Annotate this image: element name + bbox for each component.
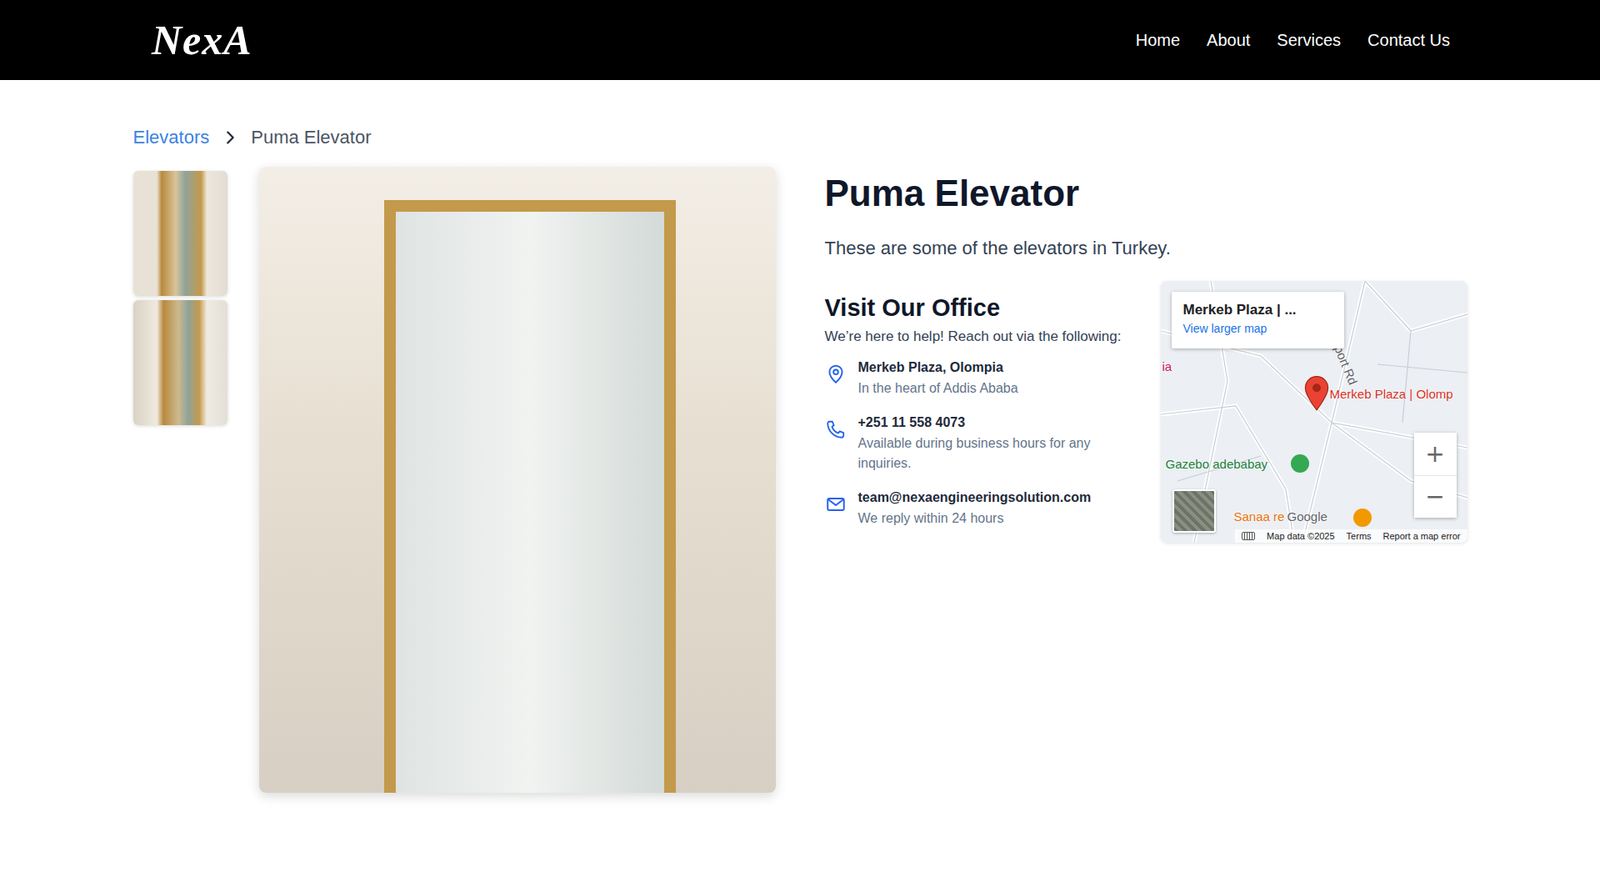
keyboard-icon[interactable] [1241,531,1255,540]
product-info: Puma Elevator These are some of the eleva… [825,166,1468,793]
breadcrumb-item: Puma Elevator [250,126,371,149]
map-footer-link[interactable]: Report a map error [1383,530,1461,541]
nav-link[interactable]: Home [1135,30,1180,50]
map[interactable]: iaAirport RdMerkeb Plaza | OlompGazebo a… [1160,280,1468,543]
thumbnail[interactable] [133,170,228,296]
contact-detail: Available during business hours for any … [858,433,1117,474]
contact-title: Merkeb Plaza, Olompia [858,360,1019,375]
map-footer: Map data ©2025 Terms Report a map error [1235,529,1467,543]
contact-item: +251 11 558 4073 Available during busines… [825,415,1141,474]
main-content: Elevators Puma Elevator Puma Elevator These… [133,80,1468,793]
contact-title[interactable]: +251 11 558 4073 [858,415,1117,430]
breadcrumb: Elevators Puma Elevator [133,126,1468,149]
logo[interactable]: NexA [143,15,253,65]
map-footer-link[interactable]: Terms [1346,530,1372,541]
location-pin-icon [825,363,847,385]
map-info-box: Merkeb Plaza | ... View larger map [1171,291,1345,349]
contact-detail: We reply within 24 hours [858,508,1092,529]
mail-icon [825,493,847,515]
restaurant-marker-icon [1353,508,1372,527]
map-label: Merkeb Plaza | Olomp [1330,386,1454,401]
main-photo [259,166,776,793]
map-label: ia [1162,359,1173,374]
nav-link[interactable]: Services [1276,30,1341,50]
map-pin-icon[interactable] [1304,375,1330,411]
office-section: Visit Our Office We’re here to help! Reac… [825,280,1468,545]
contact-detail: In the heart of Addis Ababa [858,378,1019,399]
thumbnail-list [133,166,228,793]
map-place-title: Merkeb Plaza | ... [1183,301,1333,319]
nav-bar: NexA Home About Services Contact Us [0,0,1600,80]
zoom-button[interactable]: − [1414,475,1457,518]
nav-links: Home About Services Contact Us [1135,30,1457,50]
map-label: Gazebo adebabay [1165,456,1269,471]
satellite-toggle[interactable] [1172,489,1216,533]
product-title: Puma Elevator [825,166,1468,216]
map-footer-link[interactable]: Map data ©2025 [1266,530,1335,541]
product-description: These are some of the elevators in Turke… [825,237,1468,260]
gallery [133,166,776,793]
larger-map-link[interactable]: View larger map [1183,321,1333,335]
nav-link[interactable]: About [1206,30,1250,50]
contact-info: Visit Our Office We’re here to help! Reac… [825,280,1141,545]
office-subtitle: We’re here to help! Reach out via the fo… [825,328,1141,345]
park-marker-icon [1290,454,1310,473]
breadcrumb-item[interactable]: Elevators [133,126,210,149]
nav-link[interactable]: Contact Us [1367,30,1450,50]
zoom-button[interactable]: + [1414,432,1457,475]
chevron-right-icon [220,128,240,147]
contact-item: Merkeb Plaza, Olompia In the heart of Add… [825,360,1141,399]
map-label: Sanaa re [1234,509,1285,524]
contact-title[interactable]: team@nexaengineeringsolution.com [858,490,1092,505]
thumbnail[interactable] [133,300,228,425]
office-title: Visit Our Office [825,280,1141,322]
elevator-frame [384,200,676,793]
zoom-controls: +− [1414,432,1457,518]
product-section: Puma Elevator These are some of the eleva… [133,166,1468,793]
phone-icon [825,418,847,440]
map-label: Google [1287,509,1328,524]
contact-item: team@nexaengineeringsolution.com We reply… [825,490,1141,529]
page: NexA Home About Services Contact Us Elevators… [0,0,1600,892]
